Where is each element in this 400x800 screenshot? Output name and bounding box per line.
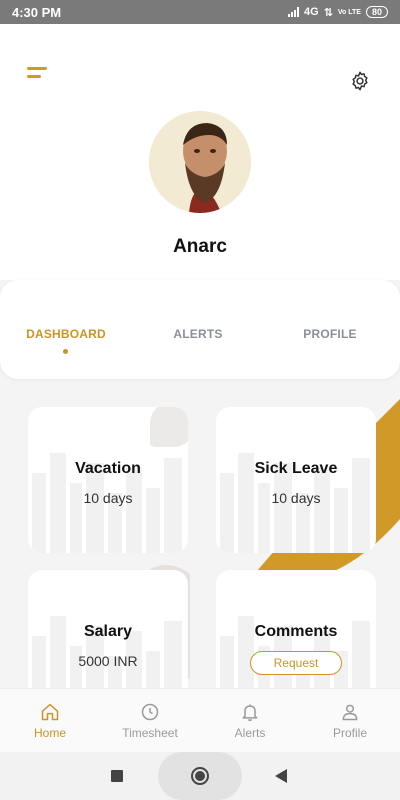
bottom-navigation: Home Timesheet Alerts Profile <box>0 688 400 752</box>
active-tab-indicator <box>63 349 68 354</box>
card-title: Vacation <box>75 460 141 477</box>
nav-label: Profile <box>332 726 367 740</box>
tab-profile[interactable]: PROFILE <box>275 327 385 341</box>
tab-alerts[interactable]: ALERTS <box>143 327 253 341</box>
status-time: 4:30 PM <box>12 4 62 20</box>
nav-home[interactable]: Home <box>0 689 100 753</box>
tab-dashboard[interactable]: DASHBOARD <box>11 327 121 341</box>
nav-alerts[interactable]: Alerts <box>200 689 300 753</box>
nav-timesheet[interactable]: Timesheet <box>100 689 200 753</box>
volte-indicator: Vo LTE <box>337 8 361 16</box>
vacation-card[interactable]: Vacation 10 days <box>28 407 188 553</box>
home-icon <box>41 703 59 721</box>
system-navigation-bar <box>0 752 400 800</box>
status-icons: 4G ⇅ Vo LTE 80 <box>288 6 388 19</box>
system-home-icon[interactable] <box>191 767 209 785</box>
back-icon[interactable] <box>275 769 287 783</box>
nav-profile[interactable]: Profile <box>300 689 400 753</box>
avatar-portrait <box>149 111 251 213</box>
profile-name: Anarc <box>173 236 227 257</box>
recent-apps-icon[interactable] <box>111 770 123 782</box>
bell-icon <box>242 704 258 722</box>
card-title: Salary <box>83 623 133 640</box>
network-type: 4G <box>304 6 319 18</box>
battery-indicator: 80 <box>365 6 388 18</box>
nav-label: Home <box>33 726 66 740</box>
profile-header: Anarc <box>0 24 400 280</box>
gear-icon[interactable] <box>349 70 371 92</box>
signal-icon <box>288 7 299 17</box>
menu-icon[interactable] <box>27 67 49 83</box>
sick-leave-card[interactable]: Sick Leave 10 days <box>216 407 376 553</box>
tab-bar: DASHBOARD ALERTS PROFILE <box>0 280 400 379</box>
status-bar: 4:30 PM 4G ⇅ Vo LTE 80 <box>0 0 400 24</box>
request-button[interactable]: Request <box>250 651 342 675</box>
nav-label: Alerts <box>234 726 266 740</box>
user-icon <box>342 704 358 721</box>
avatar[interactable] <box>149 111 251 213</box>
card-value: 10 days <box>83 490 133 506</box>
clock-icon <box>141 703 159 721</box>
card-value: 5000 INR <box>78 653 138 669</box>
card-blob <box>150 407 188 447</box>
card-value: 10 days <box>271 490 321 506</box>
card-title: Comments <box>254 623 338 640</box>
card-title: Sick Leave <box>254 460 338 477</box>
nav-label: Timesheet <box>122 726 178 740</box>
data-arrows-icon: ⇅ <box>323 6 333 19</box>
